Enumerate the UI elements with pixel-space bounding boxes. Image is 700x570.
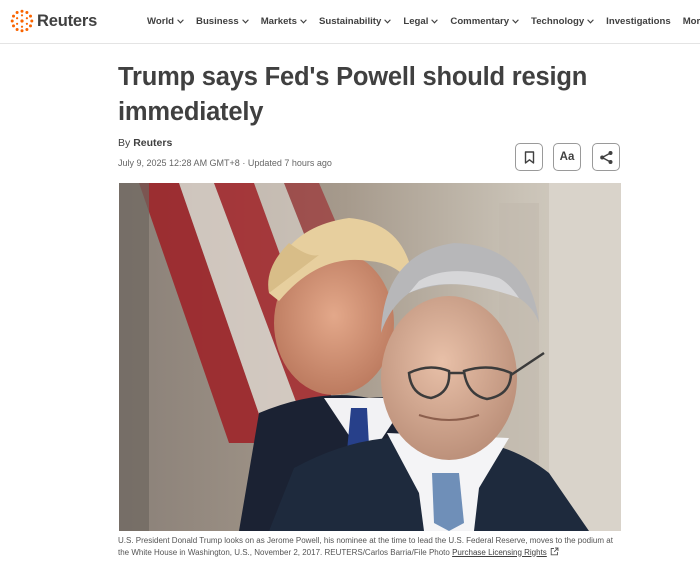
reuters-logo-icon: [10, 9, 34, 33]
external-link-icon[interactable]: [550, 547, 559, 556]
reuters-logo[interactable]: Reuters: [10, 9, 97, 33]
article-photo: [119, 183, 621, 531]
licensing-link[interactable]: Purchase Licensing Rights: [452, 548, 547, 557]
nav-label: Investigations: [606, 15, 671, 27]
main-nav: World Business Markets Sustainability Le…: [147, 14, 700, 28]
nav-item-markets[interactable]: Markets: [261, 16, 307, 27]
nav-label: Sustainability: [318, 15, 382, 27]
nav-item-legal[interactable]: Legal: [403, 15, 439, 27]
text-size-icon: Aa: [559, 151, 575, 163]
bookmark-icon: [524, 150, 534, 164]
byline: By Reuters: [118, 137, 172, 149]
nav-label: Technology: [531, 15, 585, 27]
chevron-down-icon: [384, 18, 392, 24]
nav-label: Commentary: [450, 15, 510, 27]
chevron-down-icon: [300, 18, 307, 24]
chevron-down-icon: [512, 18, 519, 24]
logo-text: Reuters: [37, 11, 98, 30]
nav-item-investigations[interactable]: Investigations: [606, 16, 671, 27]
nav-label: World: [147, 15, 175, 27]
share-icon: [599, 150, 612, 164]
photo-illustration: [119, 183, 621, 531]
nav-label: Legal: [403, 15, 429, 27]
byline-author-link[interactable]: Reuters: [133, 137, 172, 149]
photo-caption: U.S. President Donald Trump looks on as …: [118, 535, 624, 558]
bookmark-button[interactable]: [515, 143, 543, 171]
nav-item-business[interactable]: Business: [196, 16, 249, 27]
nav-label: More: [682, 15, 700, 27]
chevron-down-icon: [587, 18, 594, 24]
article-dateline: July 9, 2025 12:28 AM GMT+8 · Updated 7 …: [118, 158, 332, 168]
chevron-down-icon: [431, 18, 439, 24]
nav-label: Markets: [260, 15, 297, 27]
byline-prefix: By: [118, 137, 131, 149]
nav-item-commentary[interactable]: Commentary: [450, 16, 519, 27]
text-size-button[interactable]: Aa: [553, 143, 581, 171]
nav-item-more[interactable]: More: [683, 16, 700, 27]
share-button[interactable]: [592, 143, 620, 171]
chevron-down-icon: [241, 18, 249, 24]
nav-item-technology[interactable]: Technology: [531, 16, 594, 27]
chevron-down-icon: [177, 18, 184, 24]
article-headline: Trump says Fed's Powell should resign im…: [118, 63, 588, 126]
site-header: Reuters World Business Markets Sustainab…: [0, 0, 700, 44]
nav-item-world[interactable]: World: [147, 16, 184, 27]
nav-label: Business: [196, 15, 239, 27]
nav-item-sustainability[interactable]: Sustainability: [318, 15, 392, 27]
